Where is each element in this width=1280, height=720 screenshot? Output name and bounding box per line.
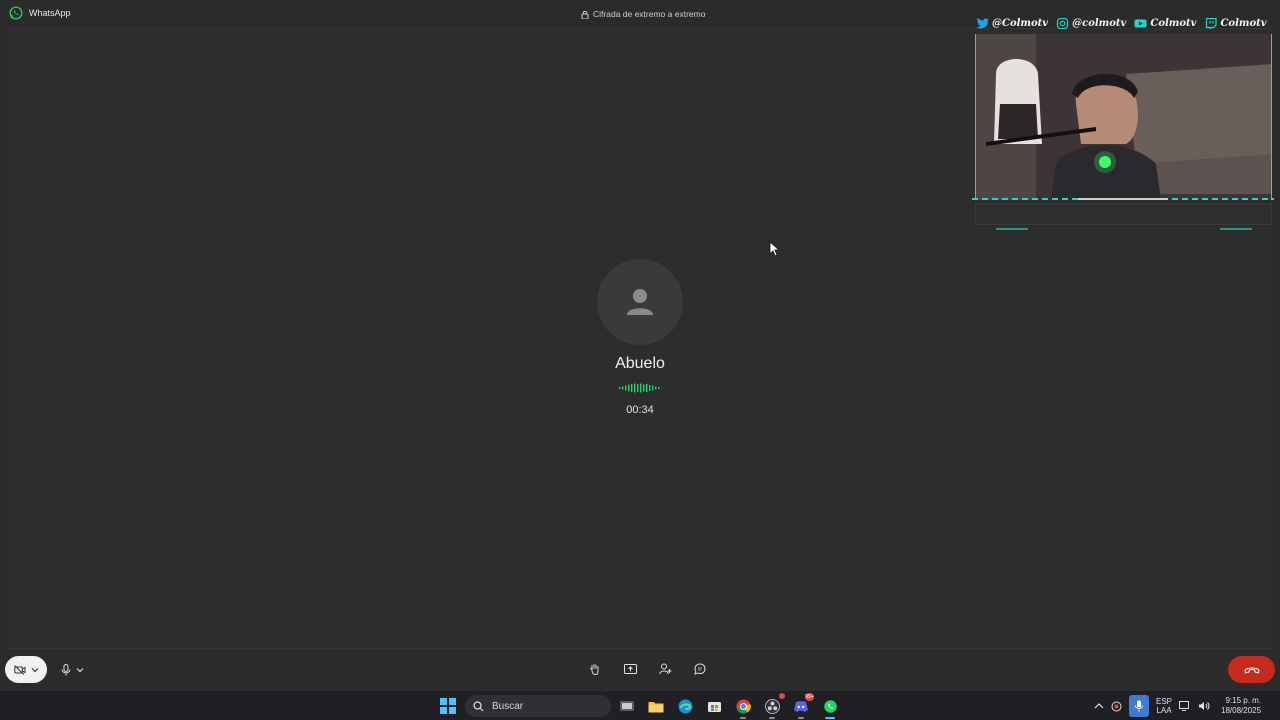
discord-icon — [794, 700, 808, 712]
store-icon — [707, 702, 721, 712]
language-region: LAA — [1156, 706, 1172, 715]
twitch-icon — [1206, 17, 1218, 29]
microphone-toggle-button[interactable] — [55, 656, 89, 683]
social-twitter: @Colmotv — [976, 17, 1049, 29]
whatsapp-taskbar-button[interactable] — [820, 695, 840, 719]
search-icon — [473, 700, 484, 711]
end-call-button[interactable] — [1228, 656, 1275, 683]
system-tray: ESP LAA 9:15 p. m. 18/08/2025 — [1094, 695, 1261, 717]
task-view-button[interactable] — [617, 695, 637, 717]
overlay-accent-tick — [996, 228, 1028, 230]
youtube-icon — [1134, 19, 1147, 27]
overlay-scrub-bar — [1078, 198, 1168, 200]
stream-overlay: @Colmotv @colmotv Colmotv Colmotv — [972, 6, 1274, 230]
contact-name: Abuelo — [615, 355, 665, 372]
social-handles: @Colmotv @colmotv Colmotv Colmotv — [976, 10, 1272, 36]
chevron-up-icon[interactable] — [1094, 702, 1104, 710]
person-icon — [627, 289, 653, 315]
language-code: ESP — [1156, 697, 1173, 706]
instagram-handle: @colmotv — [1072, 17, 1127, 29]
app-title: WhatsApp — [9, 6, 71, 20]
twitch-handle: Colmotv — [1220, 17, 1267, 29]
add-person-icon — [658, 663, 671, 675]
whatsapp-icon — [823, 699, 837, 713]
audio-wave-icon — [619, 383, 660, 393]
volume-icon[interactable] — [1198, 701, 1210, 711]
windows-start-button[interactable] — [440, 698, 456, 714]
mouse-cursor-icon — [769, 241, 779, 257]
add-participant-button[interactable] — [656, 660, 674, 678]
webcam-image — [976, 34, 1271, 200]
input-language[interactable]: ESP LAA — [1156, 697, 1172, 715]
edge-icon — [678, 699, 692, 713]
raise-hand-icon — [590, 664, 599, 675]
chat-button[interactable] — [691, 660, 709, 678]
social-instagram: @colmotv — [1056, 17, 1127, 29]
discord-button[interactable]: 99+ — [791, 693, 814, 719]
twitter-icon — [976, 17, 989, 28]
camera-toggle-button[interactable] — [5, 656, 47, 683]
taskbar-search[interactable]: Buscar — [465, 695, 611, 717]
social-youtube: Colmotv — [1134, 18, 1196, 29]
recording-indicator-icon[interactable] — [1111, 701, 1122, 712]
end-call-icon — [1243, 667, 1260, 674]
youtube-handle: Colmotv — [1150, 17, 1197, 29]
taskbar-apps: 99+ — [617, 693, 840, 719]
store-button[interactable] — [704, 695, 724, 717]
discord-badge: 99+ — [805, 693, 814, 701]
chrome-button[interactable] — [733, 695, 753, 719]
twitter-handle: @Colmotv — [992, 17, 1049, 29]
media-controls — [5, 656, 89, 683]
search-placeholder: Buscar — [492, 700, 524, 712]
overlay-panel — [975, 203, 1272, 225]
folder-icon — [648, 701, 664, 712]
instagram-icon — [1057, 17, 1069, 29]
edge-browser-button[interactable] — [675, 695, 695, 717]
chevron-down-icon — [31, 667, 38, 672]
microphone-icon — [1135, 700, 1143, 712]
task-view-icon — [620, 700, 634, 711]
camera-off-icon — [13, 664, 25, 675]
microphone-icon — [61, 663, 70, 675]
encryption-notice: Cifrada de extremo a extremo — [581, 9, 705, 19]
social-twitch: Colmotv — [1204, 17, 1267, 29]
chrome-icon — [736, 699, 751, 714]
clock-date: 18/08/2025 — [1221, 706, 1262, 715]
taskbar: Buscar 99+ ESP LAA 9:15 p. m. 18/08/2025 — [0, 690, 1280, 720]
whatsapp-window: WhatsApp Cifrada de extremo a extremo Ab… — [0, 0, 1280, 690]
share-screen-button[interactable] — [621, 660, 639, 678]
whatsapp-logo-icon — [9, 6, 23, 20]
obs-button[interactable] — [762, 693, 785, 719]
call-actions — [586, 660, 709, 678]
windows-logo-icon — [440, 698, 447, 705]
app-name: WhatsApp — [29, 8, 71, 18]
webcam-feed — [975, 34, 1272, 200]
clock-time: 9:15 p. m. — [1225, 696, 1262, 705]
network-icon[interactable] — [1179, 701, 1191, 711]
microphone-in-use-indicator[interactable] — [1129, 695, 1149, 717]
encryption-text: Cifrada de extremo a extremo — [593, 9, 706, 19]
clock[interactable]: 9:15 p. m. 18/08/2025 — [1221, 696, 1261, 716]
raise-hand-button[interactable] — [586, 660, 604, 678]
file-explorer-button[interactable] — [646, 695, 666, 717]
contact-avatar — [597, 259, 683, 345]
share-screen-icon — [623, 663, 637, 674]
overlay-accent-tick — [1220, 228, 1252, 230]
obs-icon — [764, 698, 780, 714]
notification-dot — [779, 693, 785, 699]
chevron-down-icon — [76, 667, 83, 672]
chat-icon — [694, 663, 706, 675]
call-duration: 00:34 — [626, 404, 654, 416]
lock-icon — [581, 10, 589, 19]
